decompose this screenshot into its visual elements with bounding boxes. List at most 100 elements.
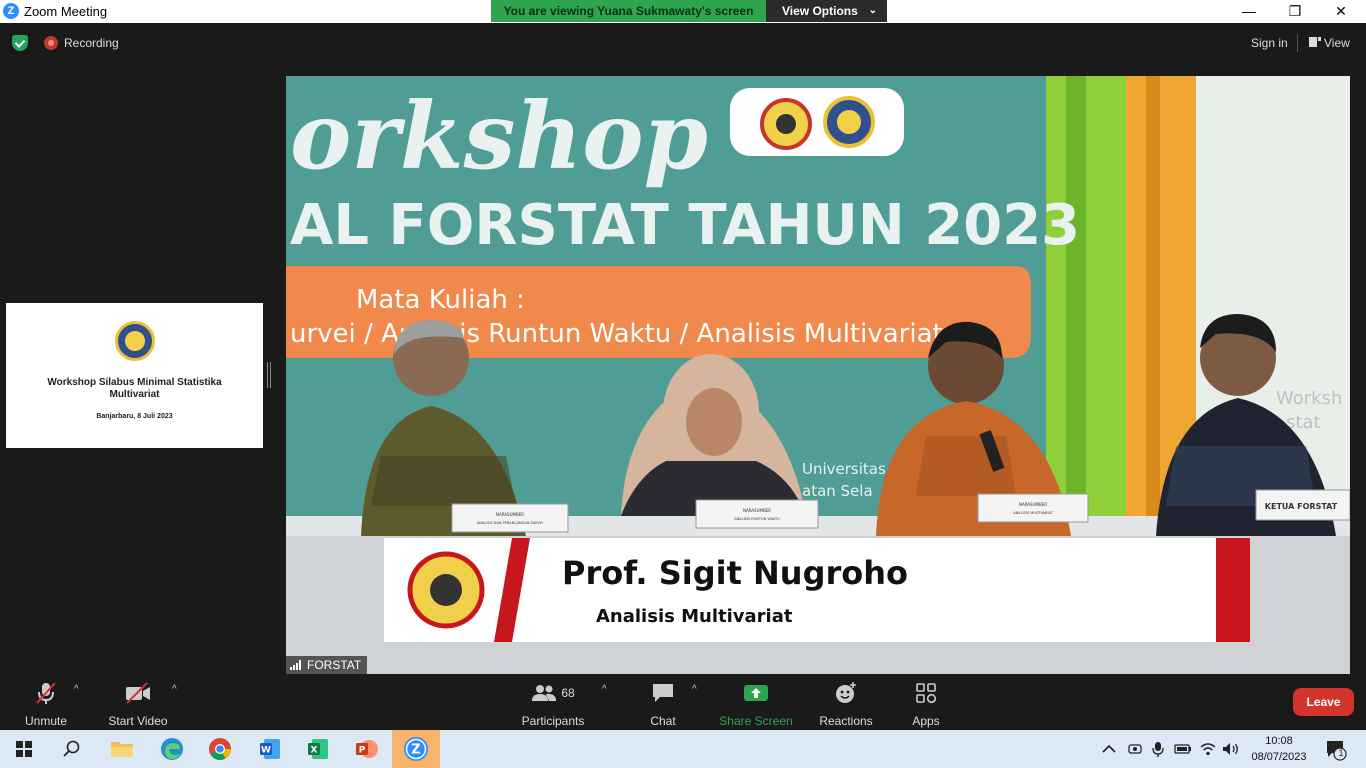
start-video-button[interactable]: Start Video bbox=[104, 680, 172, 728]
edge-browser-button[interactable] bbox=[148, 730, 196, 768]
word-app-button[interactable]: W bbox=[246, 730, 294, 768]
participants-button[interactable]: 68 Participants bbox=[520, 680, 586, 728]
apps-button[interactable]: Apps bbox=[904, 680, 948, 728]
apps-icon bbox=[916, 683, 937, 704]
chevron-up-icon bbox=[1102, 744, 1116, 753]
backdrop-text-1: Worksh bbox=[1276, 388, 1342, 409]
zoom-icon: Z bbox=[404, 737, 428, 761]
recording-indicator[interactable]: Recording bbox=[44, 35, 119, 51]
video-options-chevron-icon[interactable]: ^ bbox=[172, 684, 177, 695]
chrome-browser-button[interactable] bbox=[196, 730, 244, 768]
notification-count: 1 bbox=[1338, 748, 1344, 758]
nameplate-2-subject: ANALISIS RUNTUN WAKTU bbox=[734, 517, 780, 521]
clock-date: 08/07/2023 bbox=[1251, 751, 1307, 763]
speaker-name: Prof. Sigit Nugroho bbox=[562, 554, 908, 592]
view-options-button[interactable]: View Options ⌄ bbox=[766, 0, 887, 22]
banner-forstat-text: AL FORSTAT TAHUN 2023 bbox=[290, 193, 1080, 258]
view-label: View bbox=[1324, 36, 1350, 50]
camera-tray-icon bbox=[1128, 744, 1142, 754]
panel-splitter-handle[interactable] bbox=[267, 362, 271, 388]
taskbar-clock[interactable]: 10:08 08/07/2023 bbox=[1248, 733, 1310, 765]
share-screen-label: Share Screen bbox=[719, 714, 793, 728]
shared-slide-thumbnail[interactable]: Workshop Silabus Minimal Statistika Mult… bbox=[6, 303, 263, 448]
nameplate-3-subject: ANALISIS MULTIVARIAT bbox=[1013, 511, 1053, 515]
view-button[interactable]: View bbox=[1309, 36, 1350, 50]
participant-count: 68 bbox=[561, 686, 575, 700]
start-video-label: Start Video bbox=[108, 714, 168, 728]
sign-in-link[interactable]: Sign in bbox=[1251, 36, 1288, 50]
view-options-label: View Options bbox=[782, 4, 858, 18]
viewing-screen-text: You are viewing Yuana Sukmawaty's screen bbox=[491, 0, 766, 22]
microphone-muted-icon bbox=[36, 682, 56, 704]
banner-university: Universitas bbox=[802, 460, 886, 478]
recording-label: Recording bbox=[64, 36, 119, 50]
excel-app-button[interactable]: X bbox=[294, 730, 342, 768]
speaker-volume-icon bbox=[1223, 743, 1238, 755]
word-icon: W bbox=[260, 739, 280, 759]
volume-tray-button[interactable] bbox=[1222, 730, 1240, 768]
participant-name-tag: FORSTAT bbox=[286, 656, 368, 674]
window-title: Zoom Meeting bbox=[24, 4, 108, 19]
share-screen-icon bbox=[744, 685, 768, 701]
forstat-logo-icon bbox=[114, 321, 155, 361]
nameplate-3-title: NARASUMBER bbox=[1019, 502, 1047, 507]
meet-now-tray-button[interactable] bbox=[1128, 730, 1142, 768]
clock-time: 10:08 bbox=[1265, 735, 1293, 747]
close-button[interactable]: ✕ bbox=[1318, 0, 1364, 22]
nameplate-1-title: NARASUMBER bbox=[496, 512, 524, 517]
chat-icon bbox=[653, 684, 673, 702]
svg-text:P: P bbox=[359, 746, 366, 756]
excel-icon: X bbox=[308, 739, 328, 759]
show-hidden-icons-button[interactable] bbox=[1102, 730, 1116, 768]
main-video-feed[interactable]: orkshop AL FORSTAT TAHUN 2023 Mata Kulia… bbox=[286, 76, 1350, 674]
windows-taskbar: W X P Z 10:08 08/07/2023 1 bbox=[0, 730, 1366, 768]
svg-text:X: X bbox=[311, 746, 318, 756]
chrome-icon bbox=[209, 738, 231, 760]
minimize-button[interactable]: — bbox=[1226, 0, 1272, 22]
thumbnail-title: Workshop Silabus Minimal Statistika Mult… bbox=[47, 377, 222, 400]
banner-workshop-text: orkshop bbox=[290, 82, 708, 190]
chat-options-chevron-icon[interactable]: ^ bbox=[692, 684, 697, 695]
battery-icon bbox=[1174, 744, 1191, 754]
leave-button[interactable]: Leave bbox=[1293, 688, 1354, 716]
edge-icon bbox=[161, 738, 183, 760]
svg-text:W: W bbox=[261, 746, 271, 756]
zoom-app-button[interactable]: Z bbox=[392, 730, 440, 768]
share-screen-button[interactable]: Share Screen bbox=[718, 680, 794, 728]
restore-button[interactable]: ❐ bbox=[1272, 0, 1318, 22]
notification-center-button[interactable]: 1 bbox=[1325, 739, 1347, 761]
participants-options-chevron-icon[interactable]: ^ bbox=[602, 684, 607, 695]
reactions-label: Reactions bbox=[819, 714, 873, 728]
banner-university2: atan Sela bbox=[802, 482, 873, 500]
microphone-tray-icon bbox=[1152, 742, 1164, 757]
chevron-down-icon: ⌄ bbox=[868, 5, 877, 16]
participants-label: Participants bbox=[521, 714, 585, 728]
nameplate-4-title: KETUA FORSTAT bbox=[1265, 502, 1338, 511]
video-camera-off-icon bbox=[126, 682, 150, 704]
audio-options-chevron-icon[interactable]: ^ bbox=[74, 684, 79, 695]
unmute-label: Unmute bbox=[24, 714, 68, 728]
wifi-tray-button[interactable] bbox=[1200, 730, 1216, 768]
start-menu-button[interactable] bbox=[0, 730, 48, 768]
chat-button[interactable]: Chat bbox=[640, 680, 686, 728]
file-explorer-button[interactable] bbox=[98, 730, 146, 768]
reactions-button[interactable]: Reactions bbox=[816, 680, 876, 728]
zoom-logo-icon: Z bbox=[3, 3, 19, 19]
video-scene: orkshop AL FORSTAT TAHUN 2023 Mata Kulia… bbox=[286, 76, 1350, 674]
taskbar-search-button[interactable] bbox=[48, 730, 96, 768]
window-titlebar: Z Zoom Meeting You are viewing Yuana Suk… bbox=[0, 0, 1366, 23]
microphone-tray-button[interactable] bbox=[1152, 730, 1164, 768]
reactions-smiley-icon bbox=[836, 682, 856, 703]
banner-subtitle: Mata Kuliah : bbox=[356, 285, 525, 315]
signal-strength-icon bbox=[290, 660, 302, 670]
security-shield-icon[interactable] bbox=[12, 35, 28, 51]
svg-text:Z: Z bbox=[411, 743, 420, 758]
nameplate-2-title: NARASUMBER bbox=[743, 508, 771, 513]
topbar-divider bbox=[1297, 34, 1298, 52]
unmute-button[interactable]: Unmute bbox=[16, 680, 76, 728]
windows-logo-icon bbox=[16, 741, 32, 757]
battery-tray-button[interactable] bbox=[1174, 730, 1192, 768]
banner-courses: urvei / Analisis Runtun Waktu / Analisis… bbox=[290, 319, 943, 349]
apps-label: Apps bbox=[912, 714, 940, 728]
powerpoint-app-button[interactable]: P bbox=[342, 730, 390, 768]
